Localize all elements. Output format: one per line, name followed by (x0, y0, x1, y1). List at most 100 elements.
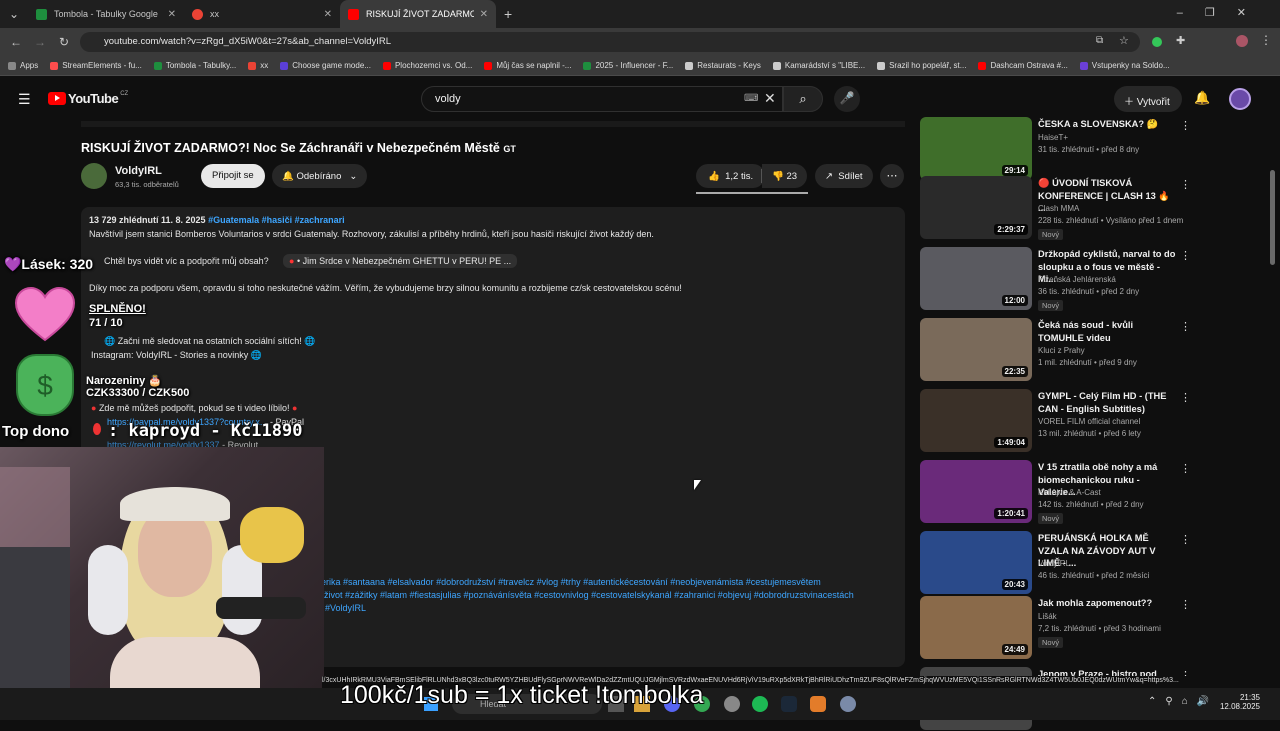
related-video-item[interactable]: 24:49 Jak mohla zapomenout?? Lišák 7,2 tis.… (920, 596, 1260, 660)
related-video-item[interactable]: 12:00 Držkopád cyklistů, narval to do slo… (920, 247, 1260, 311)
keyboard-icon[interactable]: ⌨ (744, 93, 758, 104)
related-video-item[interactable]: 20:43 PERUÁNSKÁ HOLKA MĚ VZALA NA ZÁVODY … (920, 531, 1260, 595)
related-video-item[interactable]: 2:29:37 🔴 ÚVODNÍ TISKOVÁ KONFERENCE | CLA… (920, 176, 1260, 240)
video-thumbnail[interactable]: 22:35 (920, 318, 1032, 381)
dislike-button[interactable]: 👎 23 (762, 164, 808, 188)
video-thumbnail[interactable]: 2:29:37 (920, 176, 1032, 239)
video-thumbnail[interactable]: 24:49 (920, 596, 1032, 659)
back-arrow-icon[interactable]: ← (4, 35, 28, 49)
steam-icon[interactable] (781, 696, 797, 712)
voice-search-icon[interactable]: 🎤 (834, 86, 860, 112)
video-options-icon[interactable]: ⋮ (1180, 249, 1191, 262)
video-options-icon[interactable]: ⋮ (1180, 598, 1191, 611)
account-avatar[interactable] (1229, 88, 1251, 110)
hashtags[interactable]: erika #santaana #elsalvador #dobrodružst… (321, 577, 821, 587)
share-button[interactable]: ↗ Sdílet (815, 164, 873, 188)
related-video-channel[interactable]: VOREL FILM official channel (1038, 417, 1140, 426)
system-tray-icons[interactable]: ⌃⚲⌂🔊 (1148, 696, 1218, 707)
bookmark-item[interactable]: Restaurats - Keys (685, 61, 761, 70)
channel-name[interactable]: VoldyIRL (115, 165, 162, 177)
related-video-channel[interactable]: Clash MMA (1038, 204, 1079, 213)
related-video-channel[interactable]: Plzeňská Jehlárenská (1038, 275, 1116, 284)
bookmark-item[interactable]: 2025 - Influencer - F... (583, 61, 673, 70)
more-actions-icon[interactable]: ⋯ (880, 164, 904, 188)
bookmark-item[interactable]: Plochozemci vs. Od... (382, 61, 472, 70)
related-video-item[interactable]: 1:49:04 GYMPL - Celý Film HD - (THE CAN -… (920, 389, 1260, 453)
search-button[interactable]: ⌕ (783, 86, 823, 112)
clear-search-icon[interactable]: ✕ (764, 90, 776, 107)
linked-video-chip[interactable]: ● • Jim Srdce v Nebezpečném GHETTU v PER… (283, 254, 518, 268)
bookmark-item[interactable]: StreamElements - fu... (50, 61, 142, 70)
bookmark-star-icon[interactable]: ☆ (1119, 34, 1129, 47)
profile-avatar[interactable] (1236, 35, 1248, 47)
channel-avatar[interactable] (81, 163, 107, 189)
related-video-channel[interactable]: Kluci z Prahy (1038, 346, 1085, 355)
bookmark-item[interactable]: Apps (8, 61, 38, 70)
subscribed-button[interactable]: 🔔 Odebíráno ⌄ (272, 164, 368, 188)
bookmark-item[interactable]: xx (248, 61, 268, 70)
video-options-icon[interactable]: ⋮ (1180, 391, 1191, 404)
bookmark-item[interactable]: Vstupenky na Soldo... (1079, 61, 1170, 70)
clock[interactable]: 21:35 12.08.2025 (1214, 693, 1260, 711)
video-thumbnail[interactable]: 12:00 (920, 247, 1032, 310)
related-video-channel[interactable]: HaiseT+ (1038, 133, 1068, 142)
related-video-item[interactable]: 22:35 Čeká nás soud - kvůli TOMUHLE videu… (920, 318, 1260, 382)
video-options-icon[interactable]: ⋮ (1180, 462, 1191, 475)
scrollbar[interactable] (1270, 170, 1275, 265)
hamburger-menu-icon[interactable]: ☰ (18, 91, 31, 108)
spotify-icon[interactable] (752, 696, 768, 712)
join-button[interactable]: Připojit se (201, 164, 265, 188)
related-video-title[interactable]: ČESKA a SLOVENSKA? 🤔 (1038, 118, 1178, 131)
video-options-icon[interactable]: ⋮ (1180, 320, 1191, 333)
install-icon[interactable]: ⧉ (1096, 35, 1103, 46)
browser-menu-icon[interactable]: ⋮ (1260, 33, 1272, 47)
related-video-title[interactable]: GYMPL - Celý Film HD - (THE CAN - Englis… (1038, 390, 1178, 415)
bookmark-item[interactable]: Tombola - Tabulky... (153, 61, 236, 70)
tab-xx[interactable]: xx ✕ (184, 0, 340, 28)
video-options-icon[interactable]: ⋮ (1180, 119, 1191, 132)
close-tab-icon[interactable]: ✕ (168, 9, 176, 20)
bookmark-item[interactable]: Choose game mode... (280, 61, 371, 70)
related-video-channel[interactable]: Kid Ajvn & A-Cast (1038, 488, 1101, 497)
hashtags[interactable]: #VoldyIRL (325, 603, 366, 613)
notifications-bell-icon[interactable]: 🔔 (1194, 90, 1210, 106)
tab-tombola[interactable]: Tombola - Tabulky Google ✕ (28, 0, 184, 28)
new-tab-button[interactable]: + (504, 6, 512, 22)
close-tab-icon[interactable]: ✕ (480, 9, 488, 20)
url-input[interactable]: youtube.com/watch?v=zRgd_dX5iW0&t=27s&ab… (80, 32, 1140, 52)
hashtag-link[interactable]: #Guatemala #hasiči #zachranari (208, 215, 345, 225)
video-thumbnail[interactable]: 20:43 (920, 531, 1032, 594)
video-options-icon[interactable]: ⋮ (1180, 178, 1191, 191)
related-video-title[interactable]: Čeká nás soud - kvůli TOMUHLE videu (1038, 319, 1178, 344)
extensions-puzzle-icon[interactable]: ✚ (1176, 34, 1185, 47)
close-tab-icon[interactable]: ✕ (324, 9, 332, 20)
reload-icon[interactable]: ↻ (52, 35, 76, 49)
app-icon[interactable] (810, 696, 826, 712)
video-options-icon[interactable]: ⋮ (1180, 533, 1191, 546)
related-video-channel[interactable]: Lišák (1038, 612, 1057, 621)
forward-arrow-icon[interactable]: → (28, 35, 52, 49)
video-thumbnail[interactable]: 1:20:41 (920, 460, 1032, 523)
app-icon[interactable] (724, 696, 740, 712)
video-thumbnail[interactable]: 29:14 (920, 117, 1032, 180)
bookmark-item[interactable]: Srazil ho popelář, st... (877, 61, 966, 70)
bookmark-item[interactable]: Dashcam Ostrava #... (978, 61, 1068, 70)
search-input[interactable]: voldy ⌨ ✕ (421, 86, 783, 112)
related-video-item[interactable]: 29:14 ČESKA a SLOVENSKA? 🤔 HaiseT+ 31 tis. … (920, 117, 1260, 181)
tab-search-icon[interactable]: ⌄ (0, 7, 28, 21)
related-video-title[interactable]: Jak mohla zapomenout?? (1038, 597, 1178, 610)
settings-gear-icon[interactable] (840, 696, 856, 712)
tab-youtube-video[interactable]: RISKUJÍ ŽIVOT ZADARMO?! Ne ✕ (340, 0, 496, 28)
video-thumbnail[interactable]: 1:49:04 (920, 389, 1032, 452)
extension-icon[interactable] (1152, 37, 1162, 47)
like-button[interactable]: 👍 1,2 tis. (696, 164, 766, 188)
window-controls[interactable]: –❐✕ (1177, 6, 1268, 19)
related-video-item[interactable]: 1:20:41 V 15 ztratila obě nohy a má biome… (920, 460, 1260, 524)
hashtags[interactable]: život #zážitky #latam #fiestasjulias #po… (324, 590, 854, 600)
youtube-logo[interactable]: YouTube CZ (48, 91, 128, 106)
video-player-bottom[interactable] (81, 121, 905, 127)
bookmark-item[interactable]: Můj čas se naplnil -... (484, 61, 571, 70)
create-button[interactable]: ＋ Vytvořit (1114, 86, 1182, 112)
bookmark-item[interactable]: Kamarádství s "LIBE... (772, 61, 865, 70)
related-video-channel[interactable]: VoldyIRL (1038, 559, 1070, 568)
